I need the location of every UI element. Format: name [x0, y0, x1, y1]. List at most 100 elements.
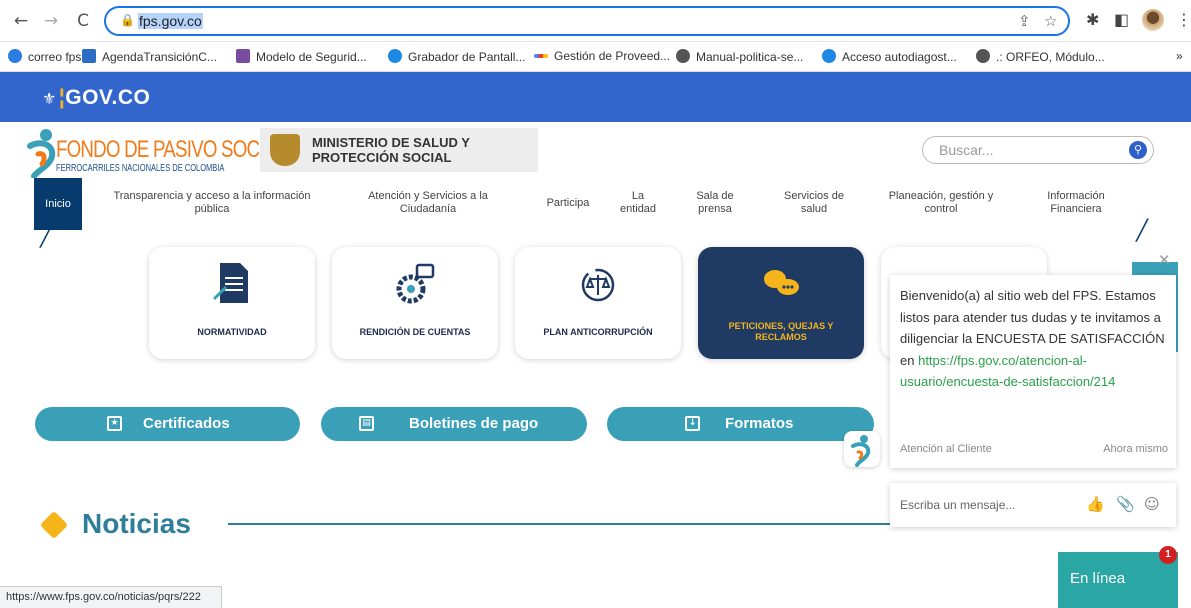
govco-text: GOV.CO — [65, 86, 151, 109]
certificados-button[interactable]: ★ Certificados — [35, 407, 300, 441]
url-text[interactable]: fps.gov.co — [138, 13, 203, 29]
edge-icon — [822, 49, 836, 63]
reload-icon[interactable]: C — [72, 10, 94, 32]
nav-item-planeacion[interactable]: Planeación, gestión y control — [876, 190, 1006, 216]
bookmark-item[interactable]: .: ORFEO, Módulo... — [976, 49, 1105, 64]
lock-icon: 🔒 — [120, 13, 135, 27]
attach-icon[interactable]: 📎 — [1116, 495, 1135, 513]
bookmarks-bar: correo fps AgendaTransiciónC... Modelo d… — [0, 42, 1191, 72]
chat-message: Bienvenido(a) al sitio web del FPS. Esta… — [900, 285, 1172, 393]
calendar-icon — [82, 49, 96, 63]
forward-icon[interactable]: → — [40, 10, 62, 32]
bookmark-item[interactable]: Acceso autodiagost... — [822, 49, 957, 64]
card-rendicion[interactable]: RENDICIÓN DE CUENTAS — [332, 247, 498, 359]
boletines-button[interactable]: ▤ Boletines de pago — [321, 407, 587, 441]
ministry-logo[interactable]: MINISTERIO DE SALUD Y PROTECCIÓN SOCIAL — [260, 128, 538, 172]
bookmark-label: correo fps — [28, 50, 82, 64]
menu-icon[interactable]: ⋮ — [1176, 10, 1191, 29]
profile-avatar[interactable] — [1142, 9, 1164, 31]
chat-time: Ahora mismo — [1103, 443, 1168, 455]
extensions-icon[interactable]: ✱ — [1086, 10, 1099, 29]
chat-input-box[interactable]: Escriba un mensaje... 👍 📎 ☺ — [890, 483, 1176, 527]
bookmark-label: .: ORFEO, Módulo... — [996, 50, 1105, 64]
thumbs-up-icon[interactable]: 👍 — [1086, 495, 1105, 513]
status-bar: https://www.fps.gov.co/noticias/pqrs/222 — [0, 586, 222, 608]
card-label: PETICIONES, QUEJAS Y RECLAMOS — [728, 321, 834, 342]
carousel-next-icon[interactable]: ╱ — [1136, 218, 1148, 242]
shield-icon: ⚜ — [42, 89, 57, 108]
back-icon[interactable]: ← — [10, 10, 32, 32]
bookmark-item[interactable]: Grabador de Pantall... — [388, 49, 525, 64]
bookmark-icon — [8, 49, 22, 63]
bookmark-label: Manual-politica-se... — [696, 50, 804, 64]
govco-bar — [0, 72, 1191, 122]
nav-item-prensa[interactable]: Sala de prensa — [690, 190, 740, 216]
nav-item-entidad[interactable]: La entidad — [618, 190, 658, 216]
sidepanel-icon[interactable]: ◧ — [1114, 10, 1129, 29]
card-label: PLAN ANTICORRUPCIÓN — [543, 327, 653, 337]
speech-bubbles-icon — [764, 270, 799, 295]
card-label: NORMATIVIDAD — [197, 327, 267, 337]
search-field[interactable]: Buscar... ⚲ — [922, 136, 1154, 164]
chat-avatar — [844, 431, 880, 467]
download-icon: ↓ — [685, 416, 700, 431]
globe-icon — [676, 49, 690, 63]
nav-item-participa[interactable]: Participa — [538, 197, 598, 210]
notification-badge: 1 — [1159, 546, 1177, 564]
card-normatividad[interactable]: NORMATIVIDAD — [149, 247, 315, 359]
chat-sender: Atención al Cliente — [900, 443, 992, 455]
bookmark-label: Modelo de Segurid... — [256, 50, 367, 64]
bookmark-label: Gestión de Proveed... — [554, 49, 671, 63]
card-anticorrupcion[interactable]: PLAN ANTICORRUPCIÓN — [515, 247, 681, 359]
govco-logo[interactable]: ⚜¦GOV.CO — [42, 86, 150, 110]
emoji-icon[interactable]: ☺ — [1144, 495, 1160, 513]
close-icon[interactable]: ✕ — [1158, 251, 1171, 269]
star-doc-icon: ★ — [107, 416, 122, 431]
carousel-prev-icon[interactable]: ╱ — [40, 224, 52, 248]
globe-icon — [976, 49, 990, 63]
share-icon[interactable]: ⇪ — [1018, 12, 1031, 30]
copy-icon: ▤ — [359, 416, 374, 431]
button-label: Certificados — [143, 415, 230, 432]
scale-icon — [581, 268, 615, 302]
star-icon[interactable]: ☆ — [1044, 12, 1057, 30]
bookmark-item[interactable]: AgendaTransiciónC... — [82, 49, 217, 64]
bookmark-label: Grabador de Pantall... — [408, 50, 526, 64]
document-icon — [212, 263, 248, 303]
section-divider — [228, 523, 890, 525]
bookmark-item[interactable]: correo fps — [8, 49, 81, 64]
formatos-button[interactable]: ↓ Formatos — [607, 407, 874, 441]
bookmark-item[interactable]: Manual-politica-se... — [676, 49, 803, 64]
survey-link[interactable]: https://fps.gov.co/atencion-al-usuario/e… — [900, 353, 1115, 390]
bookmark-icon — [236, 49, 250, 63]
card-pqrs[interactable]: PETICIONES, QUEJAS Y RECLAMOS — [698, 247, 864, 359]
chat-input[interactable]: Escriba un mensaje... — [900, 498, 1015, 512]
nav-item-inicio[interactable]: Inicio — [34, 178, 82, 230]
ministry-line1: MINISTERIO DE SALUD Y — [312, 135, 470, 150]
recorder-icon — [388, 49, 402, 63]
gear-chat-icon — [396, 263, 435, 304]
button-label: Formatos — [725, 415, 794, 432]
search-input[interactable]: Buscar... — [939, 142, 993, 158]
bookmark-label: AgendaTransiciónC... — [102, 50, 217, 64]
fps-subtitle: FERROCARRILES NACIONALES DE COLOMBIA — [56, 163, 225, 174]
dots-icon — [534, 54, 548, 58]
button-label: Boletines de pago — [409, 415, 539, 432]
nav-item-atencion[interactable]: Atención y Servicios a la Ciudadanía — [340, 190, 516, 216]
fps-figure-icon — [851, 435, 871, 467]
nav-item-transparencia[interactable]: Transparencia y acceso a la información … — [96, 190, 328, 216]
section-title: Noticias — [82, 508, 191, 539]
coat-of-arms-icon — [270, 134, 300, 166]
fps-figure-icon — [27, 129, 56, 179]
bookmark-item[interactable]: Modelo de Segurid... — [236, 49, 367, 64]
chat-message-card: Bienvenido(a) al sitio web del FPS. Esta… — [890, 275, 1176, 468]
bookmark-item[interactable]: Gestión de Proveed... — [534, 49, 670, 63]
nav-item-financiera[interactable]: Información Financiera — [1040, 190, 1112, 216]
ministry-line2: PROTECCIÓN SOCIAL — [312, 150, 452, 165]
diamond-icon — [39, 510, 69, 540]
nav-item-salud[interactable]: Servicios de salud — [772, 190, 856, 216]
fps-name: FONDO DE PASIVO SOCIAL — [56, 136, 286, 163]
search-icon[interactable]: ⚲ — [1129, 141, 1147, 159]
bookmarks-more[interactable]: » — [1176, 49, 1183, 63]
address-bar[interactable]: 🔒 fps.gov.co ⇪ ☆ — [104, 6, 1070, 36]
